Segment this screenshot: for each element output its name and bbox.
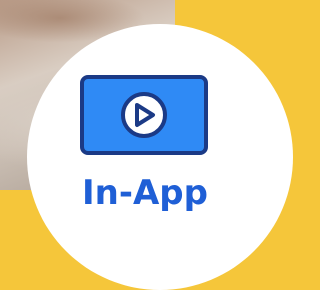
in-app-badge (27, 24, 293, 290)
in-app-label: In-App (82, 173, 208, 213)
video-play-icon (80, 75, 208, 155)
